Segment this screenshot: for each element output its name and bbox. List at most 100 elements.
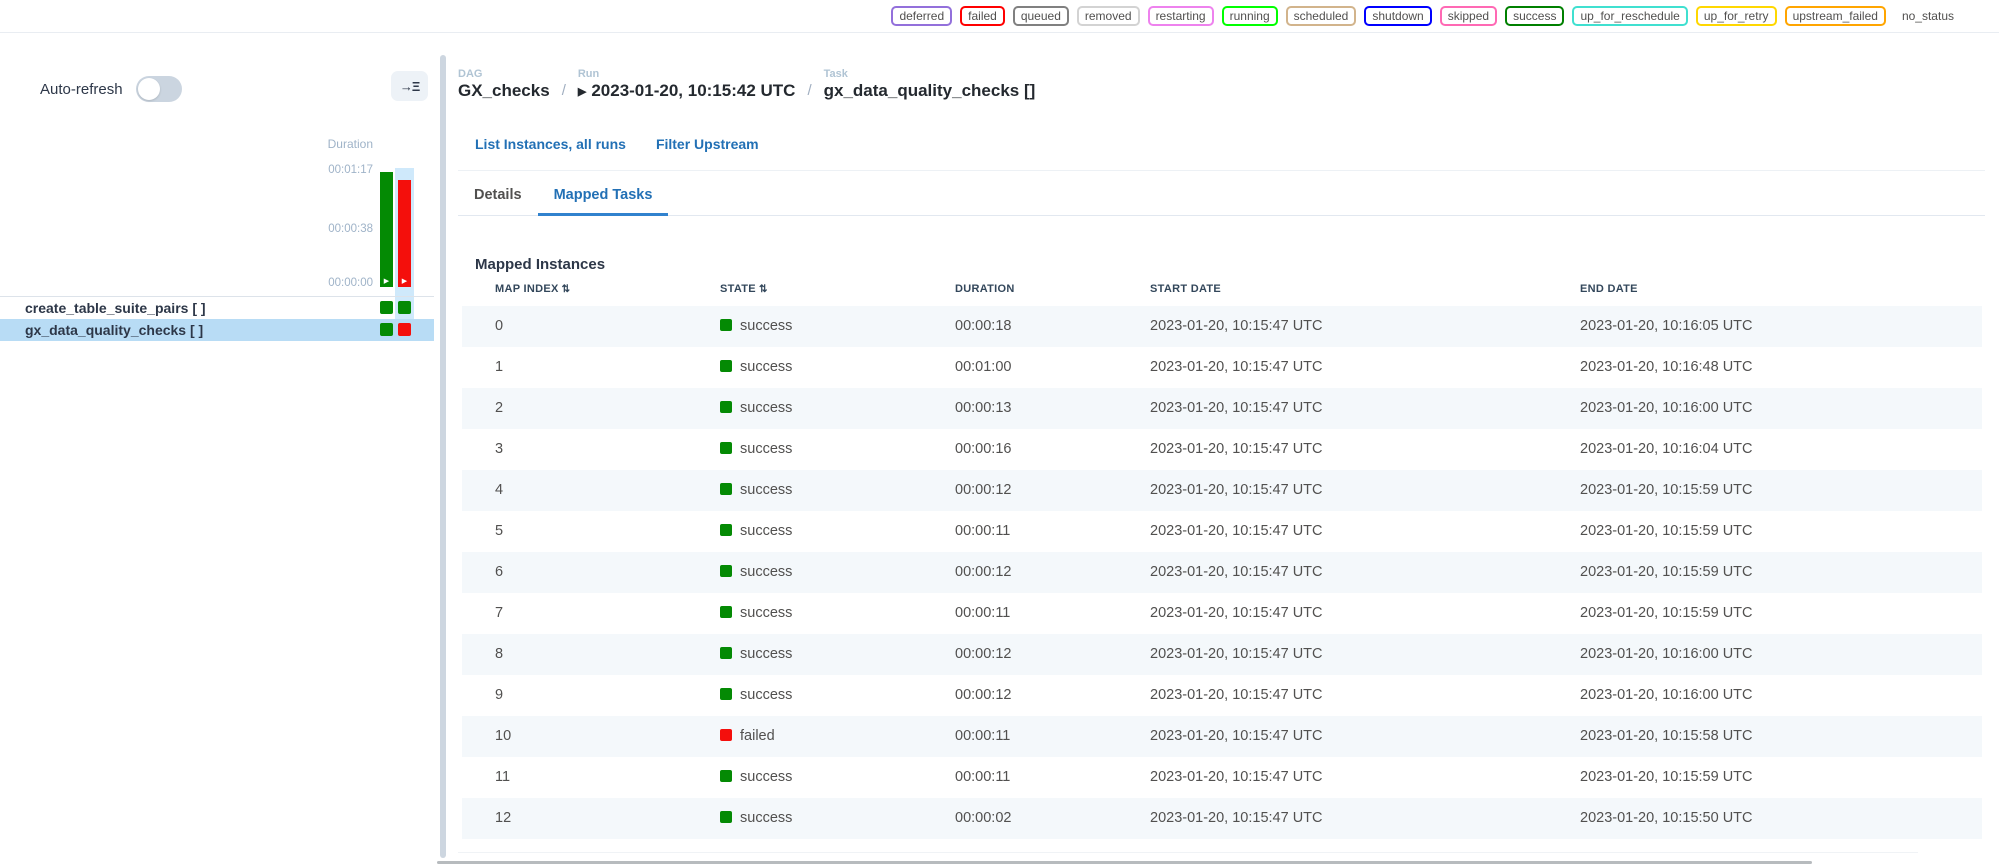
- cell-end-date: 2023-01-20, 10:16:48 UTC: [1580, 347, 1753, 388]
- legend-badge-up_for_retry: up_for_retry: [1696, 6, 1777, 26]
- panel-bottom-edge: [437, 861, 1812, 864]
- cell-state: success: [720, 798, 792, 839]
- cell-end-date: 2023-01-20, 10:16:05 UTC: [1580, 306, 1753, 347]
- task-label: gx_data_quality_checks [ ]: [25, 319, 203, 341]
- mapped-instance-row[interactable]: 10failed00:00:112023-01-20, 10:15:47 UTC…: [462, 716, 1982, 757]
- task-name-link[interactable]: gx_data_quality_checks []: [824, 81, 1036, 101]
- cell-map-index: 7: [495, 593, 503, 634]
- cell-duration: 00:00:12: [955, 675, 1011, 716]
- mapped-instance-row[interactable]: 11success00:00:112023-01-20, 10:15:47 UT…: [462, 757, 1982, 798]
- cell-start-date: 2023-01-20, 10:15:47 UTC: [1150, 634, 1323, 675]
- column-label: Map Index: [495, 283, 559, 295]
- tab-details[interactable]: Details: [458, 176, 538, 216]
- state-label: success: [740, 482, 792, 498]
- mapped-instance-row[interactable]: 12success00:00:022023-01-20, 10:15:47 UT…: [462, 798, 1982, 839]
- cell-end-date: 2023-01-20, 10:15:59 UTC: [1580, 757, 1753, 798]
- cell-end-date: 2023-01-20, 10:15:59 UTC: [1580, 552, 1753, 593]
- cell-map-index: 0: [495, 306, 503, 347]
- cell-start-date: 2023-01-20, 10:15:47 UTC: [1150, 798, 1323, 839]
- column-label: Duration: [955, 283, 1015, 295]
- cell-end-date: 2023-01-20, 10:15:59 UTC: [1580, 593, 1753, 634]
- mapped-instance-row[interactable]: 9success00:00:122023-01-20, 10:15:47 UTC…: [462, 675, 1982, 716]
- state-label: success: [740, 810, 792, 826]
- mapped-instances-title: Mapped Instances: [475, 256, 605, 273]
- state-label: success: [740, 769, 792, 785]
- mapped-instance-row[interactable]: 2success00:00:132023-01-20, 10:15:47 UTC…: [462, 388, 1982, 429]
- mapped-instance-row[interactable]: 5success00:00:112023-01-20, 10:15:47 UTC…: [462, 511, 1982, 552]
- run-value: 2023-01-20, 10:15:42 UTC: [591, 81, 795, 100]
- cell-duration: 00:00:11: [955, 593, 1010, 634]
- column-label: State: [720, 283, 756, 295]
- filter-upstream-link[interactable]: Filter Upstream: [656, 136, 759, 152]
- cell-map-index: 1: [495, 347, 503, 388]
- cell-end-date: 2023-01-20, 10:15:58 UTC: [1580, 716, 1753, 757]
- mapped-instance-row[interactable]: 8success00:00:122023-01-20, 10:15:47 UTC…: [462, 634, 1982, 675]
- cell-start-date: 2023-01-20, 10:15:47 UTC: [1150, 757, 1323, 798]
- cell-state: success: [720, 675, 792, 716]
- cell-map-index: 5: [495, 511, 503, 552]
- legend-badge-failed: failed: [960, 6, 1005, 26]
- state-label: success: [740, 400, 792, 416]
- cell-duration: 00:00:16: [955, 429, 1011, 470]
- task-label: create_table_suite_pairs [ ]: [25, 297, 206, 319]
- state-label: success: [740, 441, 792, 457]
- mapped-instance-row[interactable]: 0success00:00:182023-01-20, 10:15:47 UTC…: [462, 306, 1982, 347]
- table-body: 0success00:00:182023-01-20, 10:15:47 UTC…: [462, 306, 1982, 839]
- task-label: Task: [824, 68, 1036, 80]
- cell-state: success: [720, 634, 792, 675]
- cell-start-date: 2023-01-20, 10:15:47 UTC: [1150, 470, 1323, 511]
- state-square-success: [720, 319, 732, 331]
- legend-badge-removed: removed: [1077, 6, 1140, 26]
- state-square-success: [720, 524, 732, 536]
- mapped-instance-row[interactable]: 4success00:00:122023-01-20, 10:15:47 UTC…: [462, 470, 1982, 511]
- task-list: create_table_suite_pairs [ ]gx_data_qual…: [0, 296, 434, 341]
- column-header-start-date: Start Date: [1150, 283, 1221, 295]
- run-bar-success[interactable]: ▶: [380, 172, 393, 287]
- state-label: success: [740, 359, 792, 375]
- mapped-instance-row[interactable]: 7success00:00:112023-01-20, 10:15:47 UTC…: [462, 593, 1982, 634]
- cell-map-index: 3: [495, 429, 503, 470]
- auto-refresh-toggle[interactable]: [136, 76, 182, 102]
- task-instance-cell-failed[interactable]: [398, 323, 411, 336]
- column-header-map-index[interactable]: Map Index⇅: [495, 283, 570, 295]
- play-icon: ▶: [384, 278, 389, 286]
- dag-name-link[interactable]: GX_checks: [458, 81, 550, 101]
- task-instance-cell-success[interactable]: [380, 323, 393, 336]
- mapped-instance-row[interactable]: 1 success 00:01:00 2023-01-20, 10:15:47 UTC…: [462, 347, 1982, 388]
- mapped-instance-row[interactable]: 6success00:00:122023-01-20, 10:15:47 UTC…: [462, 552, 1982, 593]
- task-instance-cell-success[interactable]: [380, 301, 393, 314]
- state-square-failed: [720, 729, 732, 741]
- mapped-instance-row[interactable]: 3success00:00:162023-01-20, 10:15:47 UTC…: [462, 429, 1982, 470]
- tab-mapped-tasks[interactable]: Mapped Tasks: [538, 176, 669, 216]
- table-bottom-rule: [458, 852, 1918, 853]
- cell-start-date: 2023-01-20, 10:15:47 UTC: [1150, 552, 1323, 593]
- details-panel: DAG GX_checks / Run ▶2023-01-20, 10:15:4…: [458, 34, 1999, 868]
- task-row[interactable]: gx_data_quality_checks [ ]: [0, 319, 434, 341]
- legend-badge-skipped: skipped: [1440, 6, 1497, 26]
- cell-end-date: 2023-01-20, 10:16:00 UTC: [1580, 388, 1753, 429]
- state-square-success: [720, 401, 732, 413]
- cell-state: success: [720, 388, 792, 429]
- run-bar-failed[interactable]: ▶: [398, 180, 411, 287]
- cell-end-date: 2023-01-20, 10:15:50 UTC: [1580, 798, 1753, 839]
- run-link[interactable]: ▶ 2023-01-20, 10:15:42 UTC: [578, 81, 796, 101]
- cell-end-date: 2023-01-20, 10:15:59 UTC: [1580, 511, 1753, 552]
- task-row[interactable]: create_table_suite_pairs [ ]: [0, 297, 434, 319]
- toggle-details-panel-button[interactable]: →Ξ: [391, 71, 428, 101]
- legend-badge-up_for_reschedule: up_for_reschedule: [1572, 6, 1687, 26]
- cell-start-date: 2023-01-20, 10:15:47 UTC: [1150, 347, 1323, 388]
- cell-start-date: 2023-01-20, 10:15:47 UTC: [1150, 306, 1323, 347]
- panel-resize-handle[interactable]: [440, 55, 446, 858]
- list-instances-link[interactable]: List Instances, all runs: [475, 136, 626, 152]
- cell-map-index: 6: [495, 552, 503, 593]
- column-header-state[interactable]: State⇅: [720, 283, 768, 295]
- play-icon: ▶: [578, 86, 586, 98]
- task-instance-cell-success[interactable]: [398, 301, 411, 314]
- cell-duration: 00:01:00: [955, 347, 1011, 388]
- breadcrumb-dag: DAG GX_checks: [458, 68, 550, 101]
- legend-badge-no_status: no_status: [1894, 6, 1962, 26]
- cell-map-index: 8: [495, 634, 503, 675]
- state-label: success: [740, 687, 792, 703]
- cell-start-date: 2023-01-20, 10:15:47 UTC: [1150, 675, 1323, 716]
- table-header: Map Index⇅State⇅DurationStart DateEnd Da…: [462, 283, 1982, 305]
